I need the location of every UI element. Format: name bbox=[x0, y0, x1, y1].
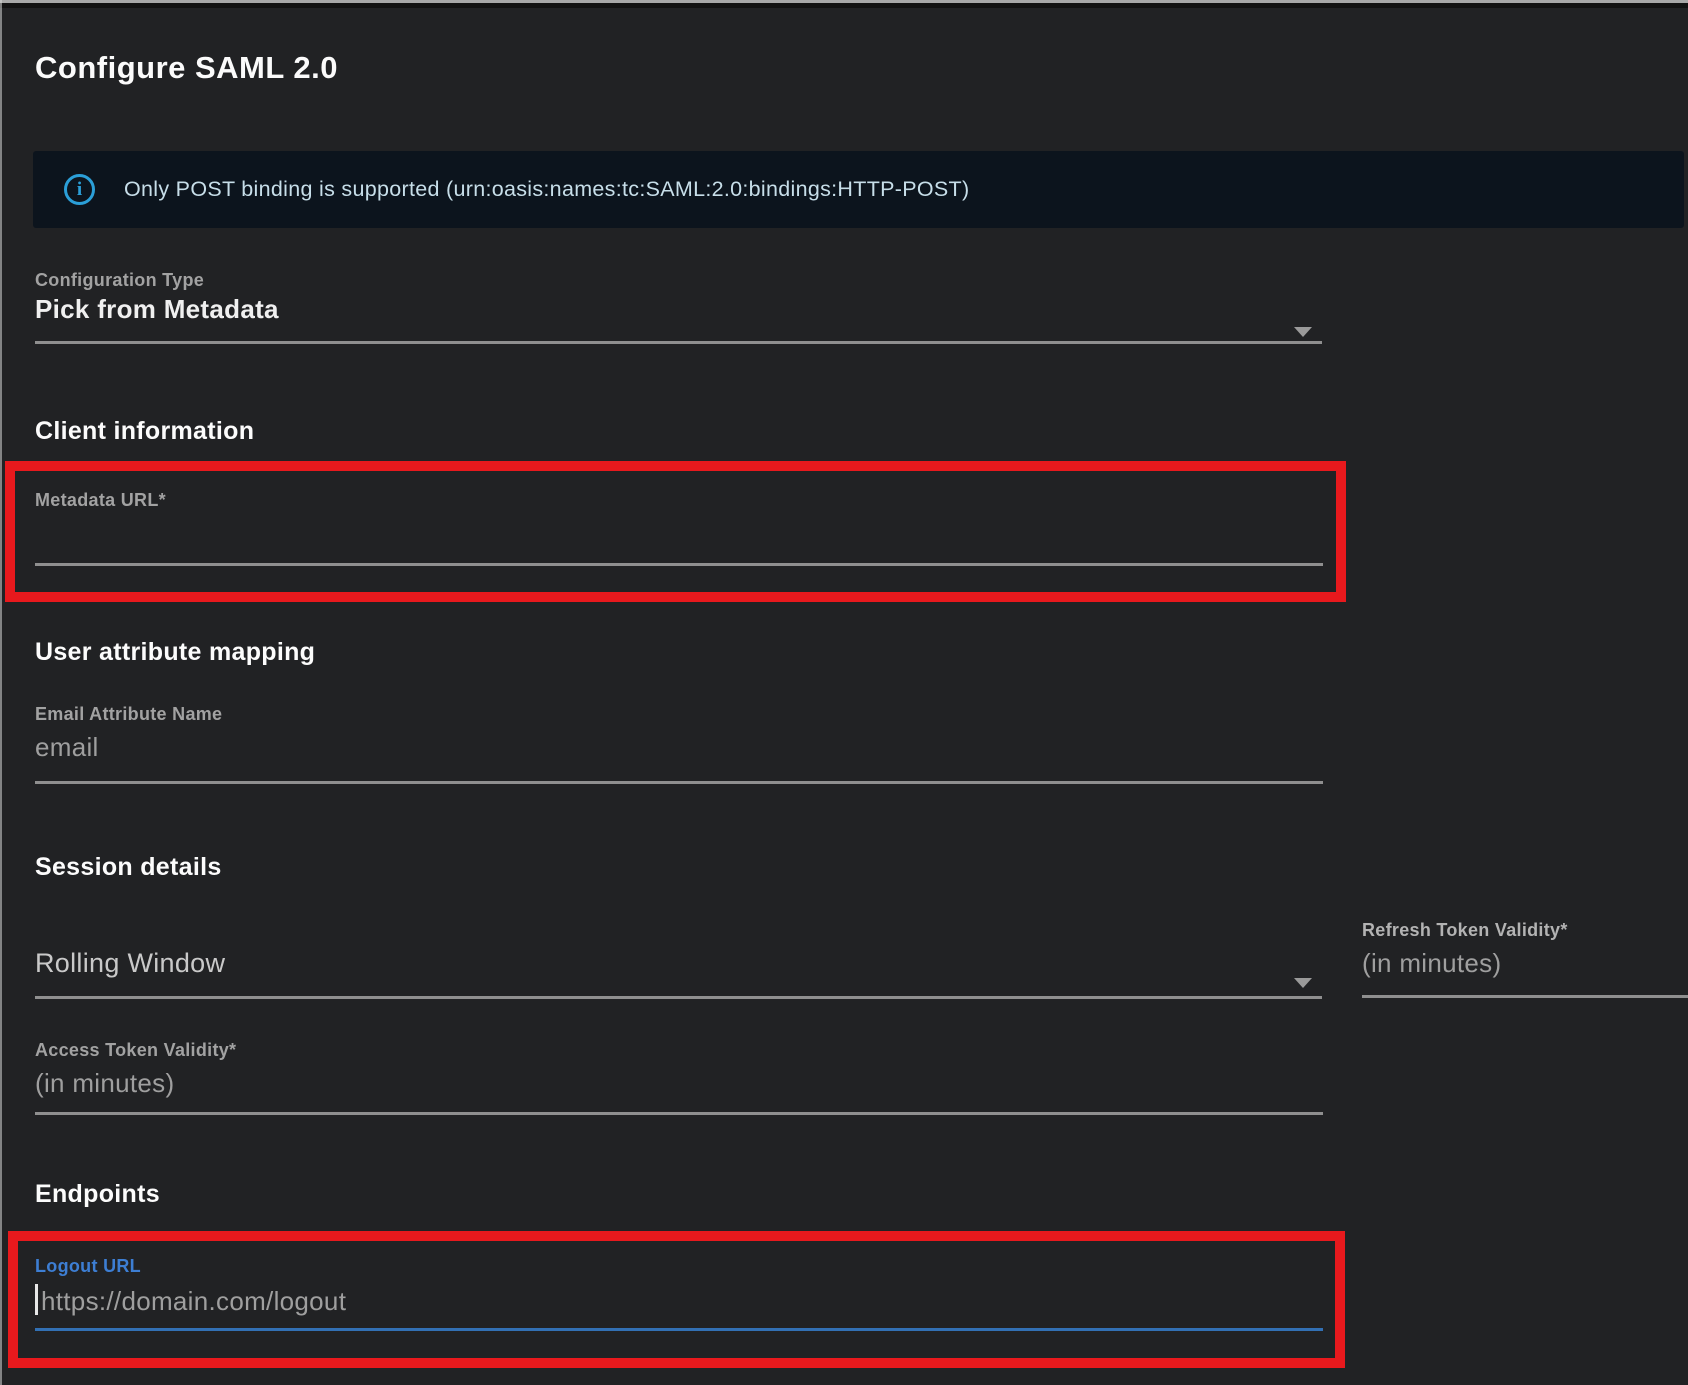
access-token-validity-label: Access Token Validity* bbox=[35, 1040, 236, 1061]
section-endpoints: Endpoints bbox=[35, 1180, 160, 1209]
refresh-token-validity-placeholder: (in minutes) bbox=[1362, 948, 1688, 979]
section-client-information: Client information bbox=[35, 417, 254, 446]
refresh-token-validity-input[interactable]: (in minutes) bbox=[1362, 948, 1688, 1000]
logout-url-label: Logout URL bbox=[35, 1256, 141, 1277]
window-top-border bbox=[0, 3, 1688, 8]
configuration-type-underline bbox=[35, 341, 1322, 344]
metadata-url-input[interactable] bbox=[35, 515, 1323, 567]
metadata-url-label: Metadata URL* bbox=[35, 490, 166, 511]
text-cursor bbox=[35, 1284, 38, 1315]
info-banner: i Only POST binding is supported (urn:oa… bbox=[33, 151, 1684, 228]
access-token-validity-placeholder: (in minutes) bbox=[35, 1068, 1323, 1099]
access-token-validity-underline bbox=[35, 1112, 1323, 1115]
logout-url-placeholder: https://domain.com/logout bbox=[41, 1286, 346, 1316]
logout-url-input[interactable]: https://domain.com/logout bbox=[35, 1284, 1323, 1336]
configuration-type-label: Configuration Type bbox=[35, 270, 204, 291]
email-attribute-name-input[interactable]: email bbox=[35, 732, 1323, 784]
logout-url-underline bbox=[35, 1328, 1323, 1331]
section-session-details: Session details bbox=[35, 853, 222, 882]
email-attribute-name-underline bbox=[35, 781, 1323, 784]
configuration-type-value: Pick from Metadata bbox=[35, 294, 1322, 325]
metadata-url-underline bbox=[35, 563, 1323, 566]
session-window-value: Rolling Window bbox=[35, 948, 1322, 979]
info-banner-text: Only POST binding is supported (urn:oasi… bbox=[124, 177, 969, 202]
email-attribute-name-value: email bbox=[35, 732, 1323, 763]
page-title: Configure SAML 2.0 bbox=[35, 50, 338, 86]
access-token-validity-input[interactable]: (in minutes) bbox=[35, 1068, 1323, 1120]
refresh-token-validity-label: Refresh Token Validity* bbox=[1362, 920, 1568, 941]
session-window-select[interactable]: Rolling Window bbox=[35, 948, 1322, 1000]
chevron-down-icon bbox=[1294, 327, 1312, 337]
configuration-type-select[interactable]: Pick from Metadata bbox=[35, 294, 1322, 346]
refresh-token-validity-underline bbox=[1362, 995, 1688, 998]
email-attribute-name-label: Email Attribute Name bbox=[35, 704, 222, 725]
session-window-underline bbox=[35, 996, 1322, 999]
section-user-attribute-mapping: User attribute mapping bbox=[35, 638, 315, 667]
configure-saml-page: Configure SAML 2.0 i Only POST binding i… bbox=[0, 0, 1688, 1385]
info-icon: i bbox=[64, 174, 95, 205]
chevron-down-icon bbox=[1294, 978, 1312, 988]
window-left-edge bbox=[0, 0, 2, 1385]
